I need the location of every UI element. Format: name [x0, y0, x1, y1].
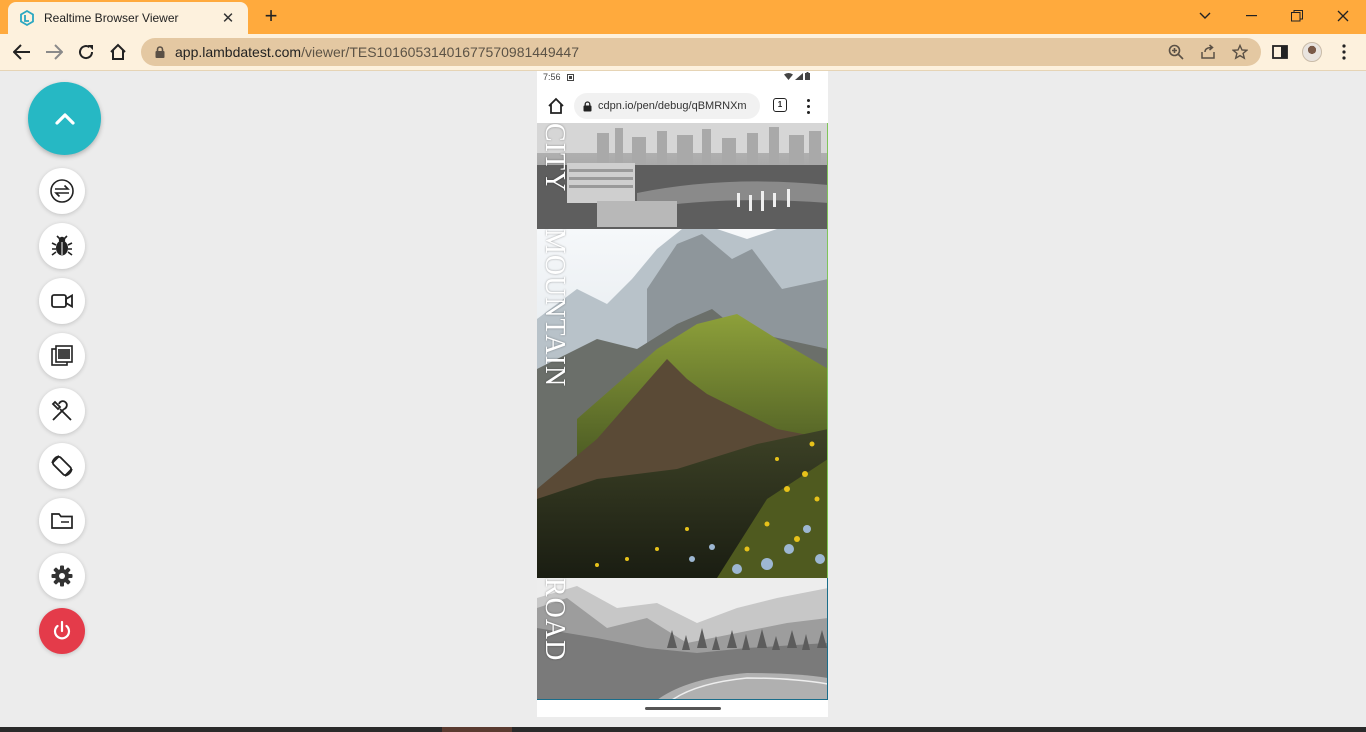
rotate-device-button[interactable] [39, 443, 85, 489]
mobile-menu-icon[interactable] [801, 97, 815, 115]
restore-button[interactable] [1274, 0, 1320, 32]
close-window-button[interactable] [1320, 0, 1366, 32]
arrow-left-icon [13, 44, 30, 60]
gallery-button[interactable] [39, 333, 85, 379]
mountain-image [537, 229, 827, 578]
status-time: 7:56 [543, 72, 561, 82]
browser-menu-icon[interactable] [1332, 40, 1356, 64]
tools-icon [51, 400, 72, 421]
folder-icon [51, 513, 73, 529]
address-bar[interactable]: app.lambdatest.com/viewer/TES10160531401… [141, 38, 1261, 66]
mobile-browser-toolbar: cdpn.io/pen/debug/qBMRNXm 1 [537, 89, 828, 123]
mountain-panel[interactable]: MOUNTAIN [537, 229, 828, 578]
road-label: ROAD [539, 578, 570, 662]
taskbar-edge-accent [442, 727, 512, 732]
tab-search-chevron-icon[interactable] [1182, 0, 1228, 32]
new-tab-button[interactable]: + [258, 4, 284, 30]
device-screen[interactable]: 7:56 cdpn.io/pen/debug/qBMRNXm 1 CITY MO… [537, 71, 828, 717]
road-image [537, 578, 827, 699]
device-status-bar: 7:56 [537, 71, 828, 83]
avatar [1302, 42, 1322, 62]
browser-tab[interactable]: Realtime Browser Viewer ✕ [8, 2, 248, 34]
road-panel[interactable]: ROAD [537, 578, 828, 700]
forward-button[interactable] [40, 38, 68, 66]
switch-session-button[interactable] [39, 168, 85, 214]
share-icon[interactable] [1198, 42, 1218, 62]
bookmark-star-icon[interactable] [1230, 42, 1250, 62]
report-bug-button[interactable] [39, 223, 85, 269]
reload-icon [79, 45, 94, 60]
mobile-address-bar[interactable]: cdpn.io/pen/debug/qBMRNXm [574, 93, 760, 119]
taskbar-edge [0, 727, 1366, 732]
mobile-tab-switcher[interactable]: 1 [773, 98, 787, 112]
home-icon [110, 43, 126, 60]
rotate-icon [51, 455, 73, 477]
url-path: /viewer/TES101605314016775709814494​47 [301, 44, 579, 60]
arrow-right-icon [46, 44, 63, 60]
files-button[interactable] [39, 498, 85, 544]
mobile-home-icon[interactable] [547, 97, 565, 115]
tab-strip: Realtime Browser Viewer ✕ + [0, 0, 1366, 34]
bug-icon [51, 235, 73, 256]
gallery-icon [51, 345, 73, 366]
url-host: app.lambdatest.com [175, 44, 302, 60]
tab-title: Realtime Browser Viewer [44, 11, 179, 25]
record-video-button[interactable] [39, 278, 85, 324]
chevron-up-icon [54, 112, 75, 125]
gear-icon [51, 565, 73, 587]
notification-icon [566, 73, 574, 81]
city-label: CITY [539, 123, 570, 193]
city-image [537, 123, 827, 229]
tools-button[interactable] [39, 388, 85, 434]
mountain-label: MOUNTAIN [539, 229, 570, 388]
collapse-toolbar-button[interactable] [28, 82, 101, 155]
switch-icon [50, 179, 74, 203]
gesture-navigation-bar[interactable] [645, 707, 721, 710]
browser-toolbar: app.lambdatest.com/viewer/TES10160531401… [0, 34, 1366, 71]
video-icon [51, 293, 73, 309]
mobile-url-text: cdpn.io/pen/debug/qBMRNXm [598, 100, 747, 112]
profile-avatar[interactable] [1300, 40, 1324, 64]
signal-icon [795, 72, 803, 80]
zoom-icon[interactable] [1166, 42, 1186, 62]
side-panel-icon[interactable] [1268, 40, 1292, 64]
power-icon [53, 620, 71, 640]
mobile-lock-icon [583, 100, 592, 111]
wifi-icon [784, 72, 793, 80]
lambdatest-logo-icon [20, 9, 34, 27]
back-button[interactable] [8, 38, 36, 66]
reload-button[interactable] [72, 38, 100, 66]
lock-icon [155, 46, 165, 58]
end-session-button[interactable] [39, 608, 85, 654]
city-panel[interactable]: CITY [537, 123, 828, 229]
settings-button[interactable] [39, 553, 85, 599]
home-button[interactable] [104, 38, 132, 66]
tab-close-icon[interactable]: ✕ [218, 9, 238, 27]
battery-icon [805, 72, 810, 80]
minimize-button[interactable] [1228, 0, 1274, 32]
